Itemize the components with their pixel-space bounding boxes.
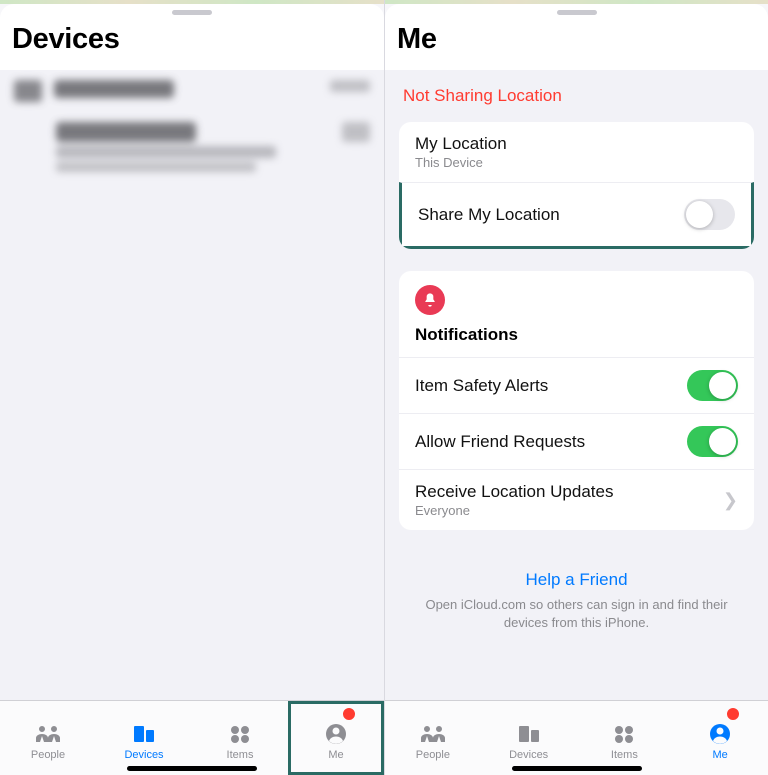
device-thumb-icon <box>14 80 42 102</box>
tab-items[interactable]: Items <box>577 701 673 775</box>
receive-updates-title: Receive Location Updates <box>415 482 613 502</box>
devices-icon <box>515 722 543 746</box>
tab-label: Me <box>712 749 727 761</box>
notifications-header: Notifications <box>415 325 518 345</box>
tab-label: Devices <box>509 749 548 761</box>
tab-devices[interactable]: Devices <box>481 701 577 775</box>
my-location-title: My Location <box>415 134 507 154</box>
me-icon <box>322 722 350 746</box>
page-title: Devices <box>0 19 384 70</box>
badge-dot <box>342 707 356 721</box>
bell-icon <box>415 285 445 315</box>
tab-label: Me <box>328 749 343 761</box>
tab-bar-left: People Devices Items Me <box>0 700 384 775</box>
items-icon <box>226 722 254 746</box>
tab-label: People <box>416 749 450 761</box>
help-section: Help a Friend Open iCloud.com so others … <box>385 552 768 649</box>
blurred-content <box>0 70 384 182</box>
friend-requests-title: Allow Friend Requests <box>415 432 585 452</box>
left-pane: Devices People <box>0 0 384 775</box>
sheet-grabber[interactable] <box>557 10 597 15</box>
home-indicator[interactable] <box>512 766 642 771</box>
share-location-toggle[interactable] <box>684 199 735 230</box>
my-location-cell[interactable]: My Location This Device <box>399 122 754 182</box>
chevron-right-icon: ❯ <box>723 490 738 511</box>
devices-sheet-header: Devices <box>0 4 384 70</box>
right-pane: Me Not Sharing Location My Location This… <box>384 0 768 775</box>
tab-label: Items <box>611 749 638 761</box>
allow-friend-requests-cell[interactable]: Allow Friend Requests <box>399 413 754 469</box>
tab-me[interactable]: Me <box>288 701 384 775</box>
tab-people[interactable]: People <box>385 701 481 775</box>
tab-me[interactable]: Me <box>672 701 768 775</box>
devices-list <box>0 70 384 775</box>
sharing-status: Not Sharing Location <box>385 70 768 122</box>
my-location-sub: This Device <box>415 155 483 170</box>
me-sheet-header: Me <box>385 4 768 70</box>
tab-bar-right: People Devices Items Me <box>385 700 768 775</box>
tab-label: Devices <box>124 749 163 761</box>
items-icon <box>610 722 638 746</box>
tab-devices[interactable]: Devices <box>96 701 192 775</box>
notifications-header-cell: Notifications <box>399 271 754 357</box>
tab-label: People <box>31 749 65 761</box>
device-row[interactable] <box>0 112 384 182</box>
item-safety-title: Item Safety Alerts <box>415 376 548 396</box>
friend-requests-toggle[interactable] <box>687 426 738 457</box>
tab-people[interactable]: People <box>0 701 96 775</box>
notifications-group: Notifications Item Safety Alerts Allow F… <box>399 271 754 530</box>
devices-icon <box>130 722 158 746</box>
home-indicator[interactable] <box>127 766 257 771</box>
people-icon <box>34 722 62 746</box>
share-location-title: Share My Location <box>418 205 560 225</box>
help-a-friend-link[interactable]: Help a Friend <box>525 570 627 590</box>
device-row[interactable] <box>0 70 384 112</box>
tab-label: Items <box>227 749 254 761</box>
location-group: My Location This Device Share My Locatio… <box>399 122 754 249</box>
sheet-grabber[interactable] <box>172 10 212 15</box>
me-icon <box>706 722 734 746</box>
share-my-location-cell[interactable]: Share My Location <box>399 182 754 249</box>
receive-updates-sub: Everyone <box>415 503 613 518</box>
people-icon <box>419 722 447 746</box>
item-safety-alerts-cell[interactable]: Item Safety Alerts <box>399 357 754 413</box>
me-settings: Not Sharing Location My Location This De… <box>385 70 768 775</box>
item-safety-toggle[interactable] <box>687 370 738 401</box>
tab-items[interactable]: Items <box>192 701 288 775</box>
receive-location-updates-cell[interactable]: Receive Location Updates Everyone ❯ <box>399 469 754 530</box>
help-subtext: Open iCloud.com so others can sign in an… <box>409 596 744 631</box>
badge-dot <box>726 707 740 721</box>
page-title: Me <box>385 19 768 70</box>
